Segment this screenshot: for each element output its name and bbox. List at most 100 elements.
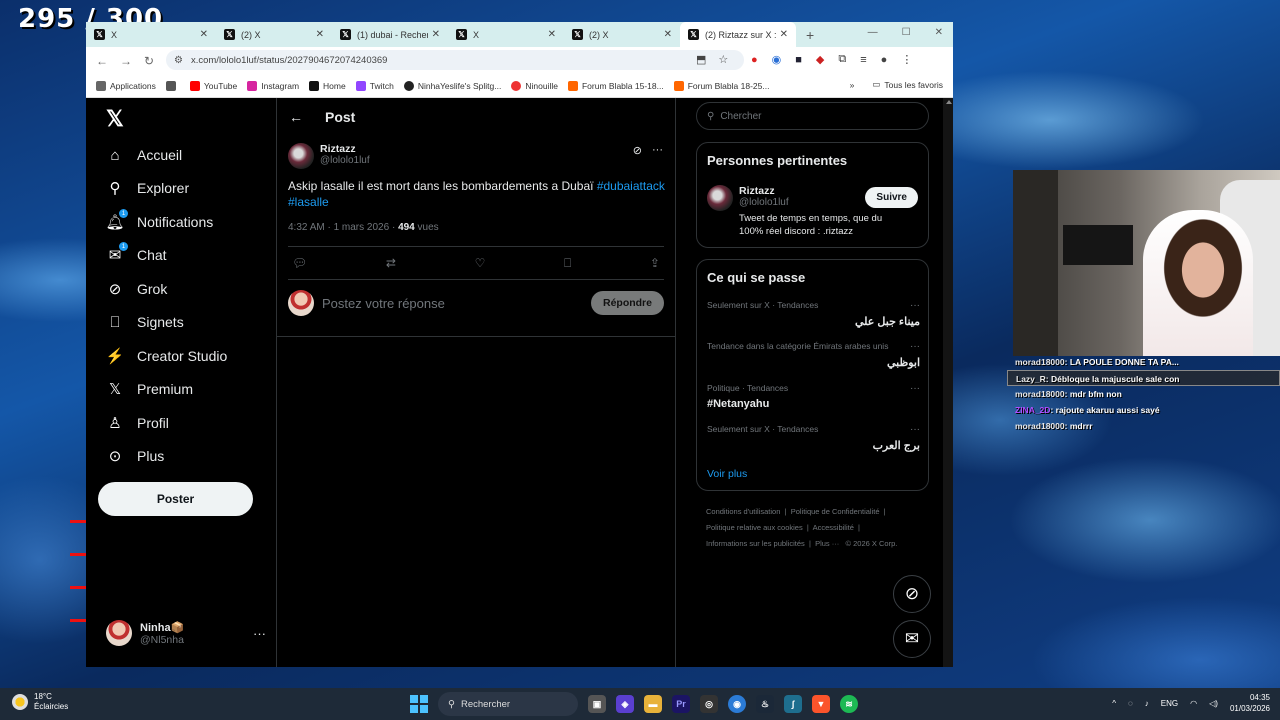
site-info-icon[interactable]: ⚙ <box>174 55 183 66</box>
nav-grok[interactable]: ⊘ Grok <box>106 280 168 298</box>
trend-item[interactable]: Tendance dans la catégorie Émirats arabe… <box>707 341 920 369</box>
weather-widget[interactable]: 18°C Éclaircies <box>12 692 68 712</box>
nav-chat[interactable]: ✉ 1 Chat <box>106 242 167 264</box>
footer-link[interactable]: Politique de Confidentialité <box>791 507 880 516</box>
bookmark-twitch[interactable]: Twitch <box>355 80 394 91</box>
scroll-up-icon[interactable] <box>946 100 952 104</box>
volume-icon[interactable]: ◁) <box>1209 699 1218 708</box>
back-icon[interactable]: ← <box>96 54 110 68</box>
bookmark-splitgate[interactable]: NinhaYeslife's Splitg... <box>403 80 501 91</box>
bookmark-youtube[interactable]: YouTube <box>189 80 237 91</box>
tab-4[interactable]: 𝕏 X ✕ <box>448 22 564 47</box>
repost-icon[interactable]: ⇄ <box>386 256 396 270</box>
bookmark-ninouille[interactable]: Ninouille <box>511 80 558 91</box>
nav-home[interactable]: ⌂ Accueil <box>106 146 182 164</box>
tab-1[interactable]: 𝕏 X ✕ <box>86 22 216 47</box>
nav-bookmarks[interactable]: ⎕ Signets <box>106 313 183 331</box>
hashtag-link[interactable]: #lasalle <box>288 195 329 209</box>
extension-wave-icon[interactable]: ◉ <box>772 53 782 66</box>
tab-5[interactable]: 𝕏 (2) X ✕ <box>564 22 680 47</box>
close-icon[interactable]: ✕ <box>548 29 556 40</box>
new-tab-button[interactable]: + <box>806 27 814 43</box>
scrollbar[interactable] <box>943 98 953 667</box>
messages-fab[interactable]: ✉ <box>893 620 931 658</box>
post-author[interactable]: Riztazz @lololo1luf <box>288 143 370 169</box>
bookmark-icon[interactable]: ⎕ <box>564 256 571 271</box>
close-icon[interactable]: ✕ <box>664 29 672 40</box>
post-timestamp[interactable]: 4:32 AM · 1 mars 2026 · <box>288 222 398 233</box>
reply-input[interactable]: Postez votre réponse <box>322 296 445 311</box>
close-icon[interactable]: ✕ <box>432 29 440 40</box>
maximize-icon[interactable]: ☐ <box>902 27 911 38</box>
url-field[interactable]: ⚙ x.com/lololo1luf/status/20279046720742… <box>166 50 744 70</box>
reload-icon[interactable]: ↻ <box>144 54 158 68</box>
reading-list-icon[interactable]: ≡ <box>860 54 866 66</box>
wifi-icon[interactable]: ◠ <box>1190 699 1197 708</box>
more-dots-icon[interactable]: ··· <box>910 341 920 352</box>
obs-icon[interactable]: ◎ <box>700 695 718 713</box>
all-favorites[interactable]: Tous les favoris <box>884 80 943 90</box>
minimize-icon[interactable]: — <box>868 27 878 38</box>
steam-icon[interactable]: ♨ <box>756 695 774 713</box>
bookmark-forum-15-18[interactable]: Forum Blabla 15-18... <box>567 80 664 91</box>
show-more-link[interactable]: Voir plus <box>707 468 747 480</box>
close-icon[interactable]: ✕ <box>200 29 208 40</box>
share-icon[interactable]: ⇪ <box>650 256 660 270</box>
tab-2[interactable]: 𝕏 (2) X ✕ <box>216 22 332 47</box>
profile-avatar-icon[interactable]: ● <box>881 54 888 66</box>
tab-6-active[interactable]: 𝕏 (2) Riztazz sur X : "A ✕ <box>680 22 796 47</box>
search-input[interactable]: ⚲ Chercher <box>696 102 929 130</box>
post-button[interactable]: Poster <box>98 482 253 516</box>
chrome-icon[interactable]: ◉ <box>728 695 746 713</box>
more-dots-icon[interactable]: ··· <box>253 626 266 641</box>
tab-3[interactable]: 𝕏 (1) dubai - Recherch ✕ <box>332 22 448 47</box>
bookmark-forum-18-25[interactable]: Forum Blabla 18-25... <box>673 80 769 91</box>
footer-link[interactable]: Accessibilité <box>813 523 854 532</box>
spotify-icon[interactable]: ≋ <box>840 695 858 713</box>
copilot-icon[interactable]: ◈ <box>616 695 634 713</box>
grok-icon[interactable]: ⊘ <box>633 144 642 157</box>
bookmark-instagram[interactable]: Instagram <box>247 80 299 91</box>
language-indicator[interactable]: ENG <box>1161 699 1178 708</box>
install-icon[interactable]: ⬒ <box>696 53 706 66</box>
forward-icon[interactable]: → <box>120 54 134 68</box>
close-icon[interactable]: ✕ <box>316 29 324 40</box>
footer-link[interactable]: Politique relative aux cookies <box>706 523 803 532</box>
nav-profile[interactable]: ♙ Profil <box>106 414 169 432</box>
close-icon[interactable]: ✕ <box>780 29 788 40</box>
nav-explore[interactable]: ⚲ Explorer <box>106 179 190 197</box>
brave-icon[interactable]: ▼ <box>812 695 830 713</box>
bookmark-grid[interactable] <box>165 80 180 91</box>
footer-link[interactable]: Informations sur les publicités <box>706 539 805 548</box>
hashtag-link[interactable]: #dubaiattack <box>597 179 665 193</box>
menu-kebab-icon[interactable]: ⋮ <box>901 53 912 66</box>
extensions-puzzle-icon[interactable]: ⧉ <box>838 53 846 66</box>
tray-app-icon[interactable]: ◌ <box>1128 699 1133 708</box>
nav-creator-studio[interactable]: ⚡ Creator Studio <box>106 347 228 365</box>
more-dots-icon[interactable]: ··· <box>910 383 920 394</box>
file-explorer-icon[interactable]: ▬ <box>644 695 662 713</box>
windows-start-icon[interactable] <box>410 695 428 713</box>
tray-mic-icon[interactable]: ♪ <box>1145 699 1149 708</box>
trend-item[interactable]: Seulement sur X · Tendances ميناء جبل علي… <box>707 300 920 328</box>
follow-button[interactable]: Suivre <box>865 187 918 208</box>
reply-button[interactable]: Répondre <box>590 291 664 315</box>
trend-item[interactable]: Politique · Tendances #Netanyahu ··· <box>707 383 920 410</box>
extension-red-icon[interactable]: ● <box>751 54 758 66</box>
star-icon[interactable]: ☆ <box>718 53 728 66</box>
like-icon[interactable]: ♡ <box>475 256 486 270</box>
trend-item[interactable]: Seulement sur X · Tendances برج العرب ··· <box>707 424 920 452</box>
extension-raindrop-icon[interactable]: ◆ <box>816 53 824 66</box>
back-arrow-icon[interactable]: ← <box>289 109 303 125</box>
extension-square-icon[interactable]: ■ <box>795 54 802 66</box>
more-dots-icon[interactable]: ··· <box>910 300 920 311</box>
nav-premium[interactable]: 𝕏 Premium <box>106 380 193 398</box>
more-dots-icon[interactable]: ··· <box>910 424 920 435</box>
more-dots-icon[interactable]: ··· <box>652 144 663 157</box>
premiere-icon[interactable]: Pr <box>672 695 690 713</box>
task-view-icon[interactable]: ▣ <box>588 695 606 713</box>
more-bookmarks-chevron[interactable]: » <box>850 80 855 90</box>
clock[interactable]: 04:35 01/03/2026 <box>1230 692 1270 714</box>
streamlabs-icon[interactable]: ʃ <box>784 695 802 713</box>
tray-chevron-icon[interactable]: ^ <box>1112 699 1116 708</box>
